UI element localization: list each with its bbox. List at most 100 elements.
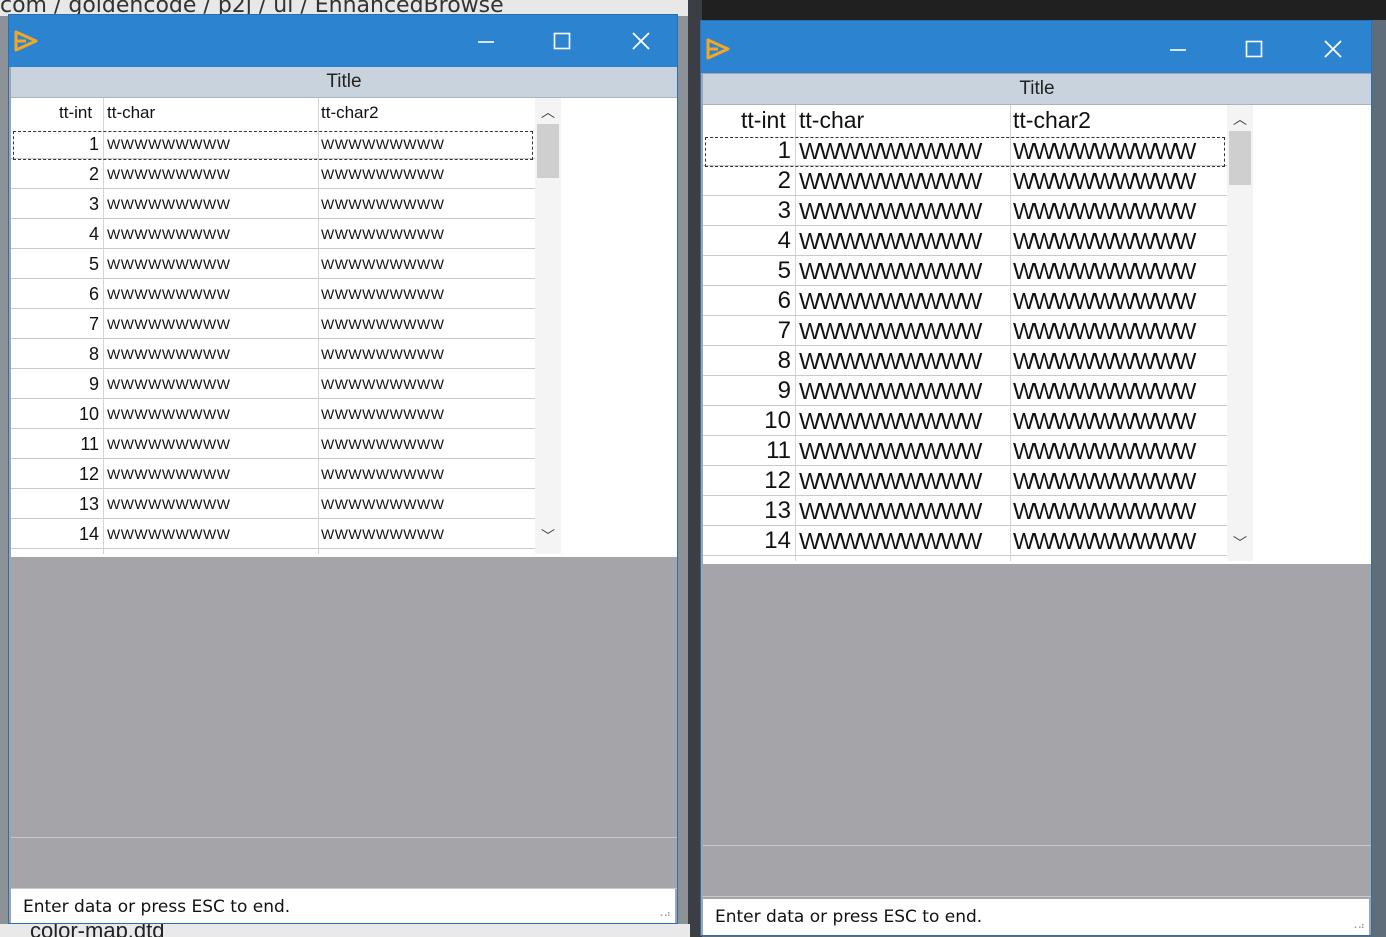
window-titlebar[interactable]	[9, 15, 677, 67]
cell-tt-char2[interactable]: WWWWWWWWW	[1013, 496, 1196, 526]
window-titlebar[interactable]	[701, 21, 1371, 73]
cell-tt-char2[interactable]: WWWWWWWWW	[321, 309, 444, 339]
cell-tt-char2[interactable]: WWWWWWWWW	[1013, 466, 1196, 496]
cell-tt-int[interactable]: 4	[11, 219, 99, 249]
cell-tt-char2[interactable]: WWWWWWWWW	[321, 519, 444, 549]
cell-tt-char2[interactable]: WWWWWWWWW	[1013, 436, 1196, 466]
cell-tt-char2[interactable]: WWWWWWWWW	[321, 249, 444, 279]
chevron-down-icon[interactable]: ﹀	[1227, 533, 1253, 553]
cell-tt-int[interactable]: 14	[11, 519, 99, 549]
cell-tt-char2[interactable]: WWWWWWWWW	[321, 489, 444, 519]
scrollbar-thumb[interactable]	[1229, 131, 1251, 185]
table-row[interactable]: 8 WWWWWWWWW WWWWWWWWW	[703, 346, 1227, 376]
browse-window-small-font[interactable]: Title tt-int tt-char tt-char2 1 WWWWWWWWW…	[8, 14, 678, 924]
minimize-button[interactable]	[1153, 21, 1203, 77]
cell-tt-int[interactable]: 9	[11, 369, 99, 399]
cell-tt-char2[interactable]: WWWWWWWWW	[321, 279, 444, 309]
cell-tt-char[interactable]: WWWWWWWWW	[107, 219, 230, 249]
cell-tt-char2[interactable]: WWWWWWWWW	[1013, 196, 1196, 226]
cell-tt-char2[interactable]: WWWWWWWWW	[1013, 346, 1196, 376]
cell-tt-char2[interactable]: WWWWWWWWW	[321, 159, 444, 189]
cell-tt-char[interactable]: WWWWWWWWW	[799, 226, 982, 256]
cell-tt-char[interactable]: WWWWWWWWW	[107, 159, 230, 189]
vertical-scrollbar[interactable]: ︿ ﹀	[1227, 105, 1253, 561]
cell-tt-char[interactable]: WWWWWWWWW	[107, 399, 230, 429]
cell-tt-int[interactable]: 3	[11, 189, 99, 219]
header-tt-char2[interactable]: tt-char2	[1013, 105, 1091, 135]
cell-tt-int[interactable]: 2	[11, 159, 99, 189]
cell-tt-char2[interactable]: WWWWWWWWW	[321, 399, 444, 429]
cell-tt-char[interactable]: WWWWWWWWW	[107, 249, 230, 279]
resize-grip-icon[interactable]: ⠠⠴	[656, 909, 671, 920]
resize-grip-icon[interactable]: ⠠⠴	[1350, 921, 1365, 932]
vertical-scrollbar[interactable]: ︿ ﹀	[535, 98, 561, 554]
header-tt-char[interactable]: tt-char	[799, 105, 864, 135]
table-row[interactable]: 9 WWWWWWWWW WWWWWWWWW	[703, 376, 1227, 406]
cell-tt-char2[interactable]: WWWWWWWWW	[1013, 316, 1196, 346]
table-row[interactable]: 2 WWWWWWWWW WWWWWWWWW	[11, 159, 535, 189]
table-row[interactable]: 11 WWWWWWWWW WWWWWWWWW	[703, 436, 1227, 466]
cell-tt-char2[interactable]: WWWWWWWWW	[1013, 406, 1196, 436]
cell-tt-char[interactable]: WWWWWWWWW	[799, 346, 982, 376]
cell-tt-int[interactable]: 14	[703, 526, 791, 556]
cell-tt-char2[interactable]: WWWWWWWWW	[1013, 376, 1196, 406]
cell-tt-char[interactable]: WWWWWWWWW	[799, 376, 982, 406]
scrollbar-thumb[interactable]	[537, 124, 559, 178]
cell-tt-char[interactable]: WWWWWWWWW	[799, 286, 982, 316]
table-row[interactable]: 14 WWWWWWWWW WWWWWWWWW	[703, 526, 1227, 556]
cell-tt-char[interactable]: WWWWWWWWW	[107, 459, 230, 489]
table-row[interactable]: 12 WWWWWWWWW WWWWWWWWW	[11, 459, 535, 489]
cell-tt-int[interactable]: 6	[703, 286, 791, 316]
cell-tt-int[interactable]: 13	[703, 496, 791, 526]
cell-tt-int[interactable]: 4	[703, 226, 791, 256]
table-row[interactable]: 4 WWWWWWWWW WWWWWWWWW	[703, 226, 1227, 256]
header-tt-int[interactable]: tt-int	[59, 98, 92, 128]
cell-tt-int[interactable]: 6	[11, 279, 99, 309]
table-row[interactable]: 4 WWWWWWWWW WWWWWWWWW	[11, 219, 535, 249]
table-row[interactable]: 3 WWWWWWWWW WWWWWWWWW	[11, 189, 535, 219]
table-row[interactable]: 8 WWWWWWWWW WWWWWWWWW	[11, 339, 535, 369]
cell-tt-int[interactable]: 12	[11, 459, 99, 489]
cell-tt-char[interactable]: WWWWWWWWW	[799, 496, 982, 526]
cell-tt-char2[interactable]: WWWWWWWWW	[1013, 526, 1196, 556]
cell-tt-char[interactable]: WWWWWWWWW	[107, 489, 230, 519]
close-button[interactable]	[613, 15, 669, 67]
cell-tt-int[interactable]: 12	[703, 466, 791, 496]
table-row[interactable]: 2 WWWWWWWWW WWWWWWWWW	[703, 166, 1227, 196]
cell-tt-char[interactable]: WWWWWWWWW	[799, 256, 982, 286]
table-row[interactable]: 6 WWWWWWWWW WWWWWWWWW	[703, 286, 1227, 316]
cell-tt-char[interactable]: WWWWWWWWW	[107, 309, 230, 339]
cell-tt-char2[interactable]: WWWWWWWWW	[1013, 166, 1196, 196]
cell-tt-char[interactable]: WWWWWWWWW	[799, 466, 982, 496]
cell-tt-int[interactable]: 8	[11, 339, 99, 369]
cell-tt-char2[interactable]: WWWWWWWWW	[321, 369, 444, 399]
cell-tt-int[interactable]: 3	[703, 196, 791, 226]
cell-tt-int[interactable]: 7	[11, 309, 99, 339]
chevron-down-icon[interactable]: ﹀	[535, 526, 561, 546]
browse-window-large-font[interactable]: Title tt-int tt-char tt-char2 1 WWWWWWWWW…	[700, 20, 1372, 936]
header-tt-int[interactable]: tt-int	[741, 105, 786, 135]
cell-tt-char[interactable]: WWWWWWWWW	[107, 519, 230, 549]
cell-tt-char[interactable]: WWWWWWWWW	[107, 189, 230, 219]
cell-tt-int[interactable]: 10	[11, 399, 99, 429]
cell-tt-int[interactable]: 5	[11, 249, 99, 279]
chevron-up-icon[interactable]: ︿	[535, 102, 561, 122]
cell-tt-char2[interactable]: WWWWWWWWW	[1013, 226, 1196, 256]
table-row[interactable]: 9 WWWWWWWWW WWWWWWWWW	[11, 369, 535, 399]
cell-tt-char[interactable]: WWWWWWWWW	[799, 316, 982, 346]
cell-tt-char[interactable]: WWWWWWWWW	[799, 406, 982, 436]
table-row[interactable]: 5 WWWWWWWWW WWWWWWWWW	[703, 256, 1227, 286]
table-row[interactable]: 14 WWWWWWWWW WWWWWWWWW	[11, 519, 535, 549]
cell-tt-int[interactable]: 9	[703, 376, 791, 406]
cell-tt-char[interactable]: WWWWWWWWW	[107, 429, 230, 459]
cell-tt-char2[interactable]: WWWWWWWWW	[321, 429, 444, 459]
cell-tt-int[interactable]: 2	[703, 166, 791, 196]
maximize-button[interactable]	[1229, 21, 1279, 77]
cell-tt-int[interactable]: 10	[703, 406, 791, 436]
close-button[interactable]	[1305, 21, 1361, 77]
cell-tt-char2[interactable]: WWWWWWWWW	[321, 339, 444, 369]
header-tt-char2[interactable]: tt-char2	[321, 98, 379, 128]
table-row[interactable]: 13 WWWWWWWWW WWWWWWWWW	[703, 496, 1227, 526]
cell-tt-int[interactable]: 8	[703, 346, 791, 376]
table-row[interactable]: 5 WWWWWWWWW WWWWWWWWW	[11, 249, 535, 279]
